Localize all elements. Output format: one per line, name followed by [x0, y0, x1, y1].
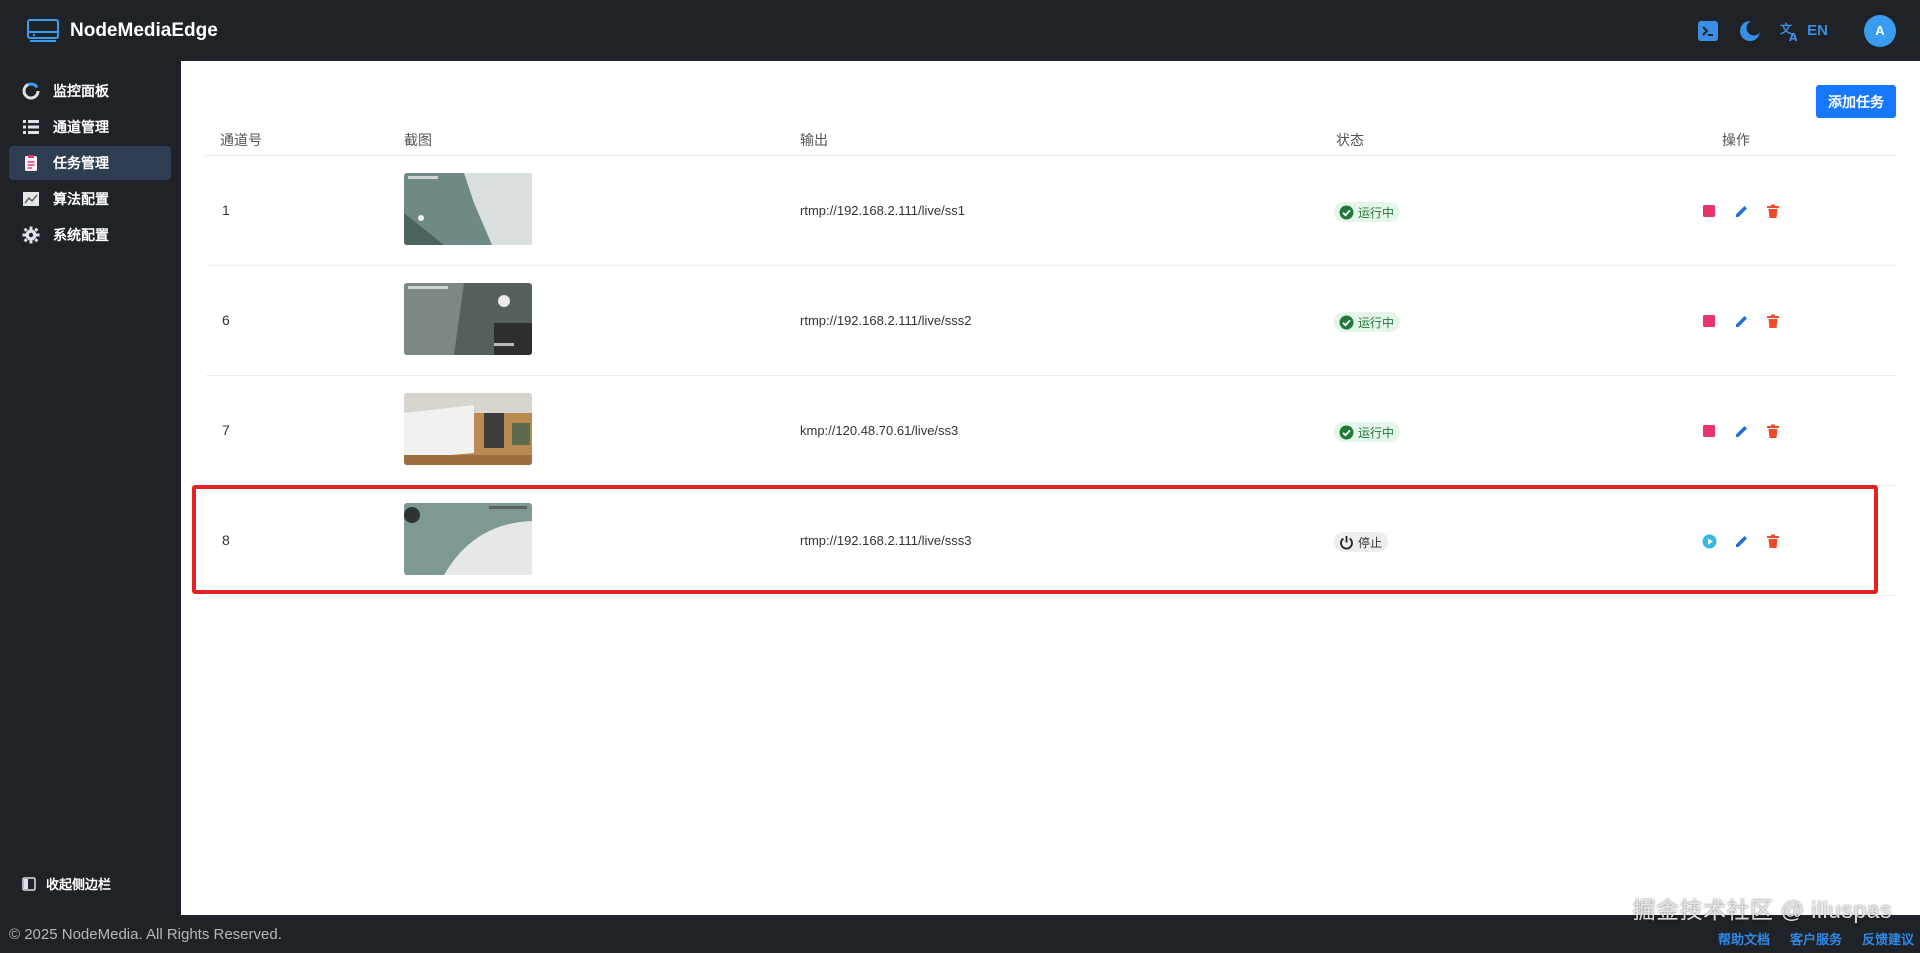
output-url: rtmp://192.168.2.111/live/ss1: [800, 203, 966, 218]
column-header-snapshot: 截图: [404, 132, 432, 148]
table-row: 8 rtmp://192.168.2.111/live/sss3 停止: [206, 486, 1896, 596]
row-actions: [1701, 533, 1797, 549]
chart-icon: [21, 189, 41, 209]
footer-links: 帮助文档 客户服务 反馈建议: [1698, 915, 1914, 953]
language-label: EN: [1807, 22, 1828, 39]
status-badge: 运行中: [1334, 202, 1401, 222]
status-text: 停止: [1358, 535, 1383, 550]
delete-icon[interactable]: [1765, 423, 1781, 439]
sidebar-item-label: 监控面板: [53, 83, 109, 99]
check-circle-icon: [1339, 315, 1354, 329]
channel-number: 1: [222, 202, 230, 218]
snapshot-thumbnail[interactable]: [404, 393, 532, 465]
gear-icon: [21, 225, 41, 245]
app-title: NodeMediaEdge: [70, 19, 218, 41]
channel-number: 6: [222, 312, 230, 328]
list-icon: [21, 117, 41, 137]
top-toolbar: 文A EN A: [1679, 0, 1896, 61]
sidebar-item-label: 通道管理: [53, 119, 109, 135]
main-content: 添加任务 通道号 截图 输出 状态 操作 1 rtmp://192.168.2.…: [181, 61, 1920, 915]
snapshot-thumbnail[interactable]: [404, 173, 532, 245]
column-header-status: 状态: [1336, 132, 1364, 148]
snapshot-thumbnail[interactable]: [404, 503, 532, 575]
footer: © 2025 NodeMedia. All Rights Reserved. 掘…: [0, 897, 1920, 953]
sidebar-toggle-icon: [22, 876, 36, 891]
sidebar-item-channels[interactable]: 通道管理: [9, 110, 171, 144]
play-icon[interactable]: [1701, 533, 1717, 549]
row-actions: [1701, 203, 1797, 219]
table-header: 通道号 截图 输出 状态 操作: [206, 120, 1896, 156]
stop-icon[interactable]: [1701, 423, 1717, 439]
delete-icon[interactable]: [1765, 203, 1781, 219]
check-circle-icon: [1339, 205, 1354, 219]
feedback-link[interactable]: 反馈建议: [1862, 929, 1914, 948]
sidebar-item-algorithm[interactable]: 算法配置: [9, 182, 171, 216]
clipboard-icon: [21, 153, 41, 173]
edit-icon[interactable]: [1733, 313, 1749, 329]
column-header-actions: 操作: [1722, 132, 1750, 148]
column-header-output: 输出: [800, 132, 828, 148]
output-url: rtmp://192.168.2.111/live/sss2: [800, 313, 972, 328]
app-logo[interactable]: NodeMediaEdge: [26, 18, 218, 44]
server-icon: [27, 18, 59, 42]
status-text: 运行中: [1358, 205, 1395, 220]
status-text: 运行中: [1358, 425, 1395, 440]
status-badge: 停止: [1334, 532, 1389, 552]
status-badge: 运行中: [1334, 422, 1401, 442]
avatar[interactable]: A: [1864, 14, 1896, 47]
language-switch[interactable]: 文A EN: [1779, 20, 1828, 42]
task-table: 通道号 截图 输出 状态 操作 1 rtmp://192.168.2.111/l…: [206, 120, 1896, 596]
collapse-sidebar-button[interactable]: 收起侧边栏: [22, 874, 111, 893]
output-url: kmp://120.48.70.61/live/ss3: [800, 423, 959, 438]
delete-icon[interactable]: [1765, 313, 1781, 329]
dashboard-icon: [21, 81, 41, 101]
snapshot-thumbnail[interactable]: [404, 283, 532, 355]
moon-icon[interactable]: [1737, 18, 1763, 44]
status-badge: 运行中: [1334, 312, 1401, 332]
output-url: rtmp://192.168.2.111/live/sss3: [800, 533, 972, 548]
edit-icon[interactable]: [1733, 533, 1749, 549]
sidebar-item-label: 系统配置: [53, 227, 109, 243]
table-row: 7 kmp://120.48.70.61/live/ss3 运行中: [206, 376, 1896, 486]
table-row: 6 rtmp://192.168.2.111/live/sss2 运行中: [206, 266, 1896, 376]
translate-icon: 文A: [1780, 21, 1798, 42]
top-bar: NodeMediaEdge 文A EN A: [0, 0, 1920, 61]
row-actions: [1701, 423, 1797, 439]
sidebar-item-tasks[interactable]: 任务管理: [9, 146, 171, 180]
svg-text:A: A: [1789, 31, 1798, 42]
power-icon: [1340, 535, 1353, 549]
collapse-sidebar-label: 收起侧边栏: [46, 877, 112, 892]
column-header-channel: 通道号: [220, 132, 262, 148]
sidebar-item-label: 算法配置: [53, 191, 109, 207]
status-text: 运行中: [1358, 315, 1395, 330]
delete-icon[interactable]: [1765, 533, 1781, 549]
stop-icon[interactable]: [1701, 313, 1717, 329]
sidebar: 监控面板 通道管理 任务管理 算法配置 系统配置 收起侧边栏: [0, 61, 181, 915]
add-task-button[interactable]: 添加任务: [1816, 85, 1896, 118]
channel-number: 7: [222, 422, 230, 438]
stop-icon[interactable]: [1701, 203, 1717, 219]
customer-service-link[interactable]: 客户服务: [1790, 929, 1842, 948]
sidebar-item-label: 任务管理: [53, 155, 109, 171]
sidebar-item-dashboard[interactable]: 监控面板: [9, 74, 171, 108]
channel-number: 8: [222, 532, 230, 548]
help-docs-link[interactable]: 帮助文档: [1718, 929, 1770, 948]
row-actions: [1701, 313, 1797, 329]
sidebar-item-system[interactable]: 系统配置: [9, 218, 171, 252]
copyright-text: © 2025 NodeMedia. All Rights Reserved.: [9, 925, 282, 943]
check-circle-icon: [1339, 425, 1354, 439]
edit-icon[interactable]: [1733, 203, 1749, 219]
edit-icon[interactable]: [1733, 423, 1749, 439]
terminal-icon[interactable]: [1695, 18, 1721, 44]
table-row: 1 rtmp://192.168.2.111/live/ss1 运行中: [206, 156, 1896, 266]
